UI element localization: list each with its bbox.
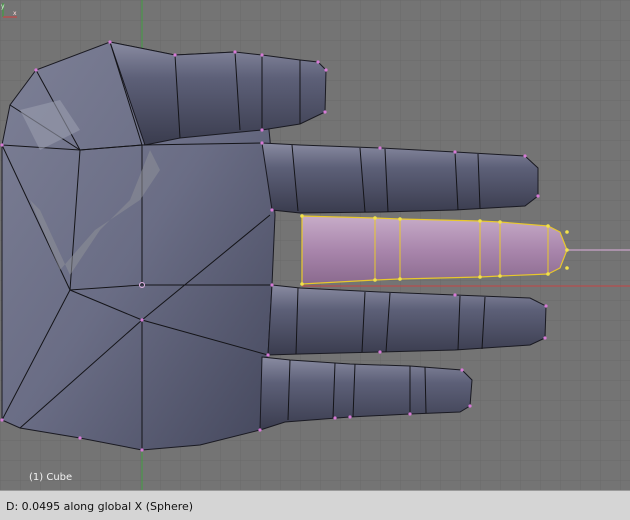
active-object-label: (1) Cube [29, 472, 73, 483]
transform-status-text: D: 0.0495 along global X (Sphere) [6, 500, 194, 513]
axis-gizmo-icon: y x [1, 3, 17, 18]
svg-text:y: y [1, 3, 5, 10]
3d-viewport[interactable]: y x (1) Cube [0, 0, 630, 490]
selected-middle-finger[interactable] [301, 215, 568, 285]
svg-text:x: x [13, 10, 17, 17]
status-bar: D: 0.0495 along global X (Sphere) [0, 490, 630, 520]
viewport-canvas[interactable] [0, 0, 630, 490]
